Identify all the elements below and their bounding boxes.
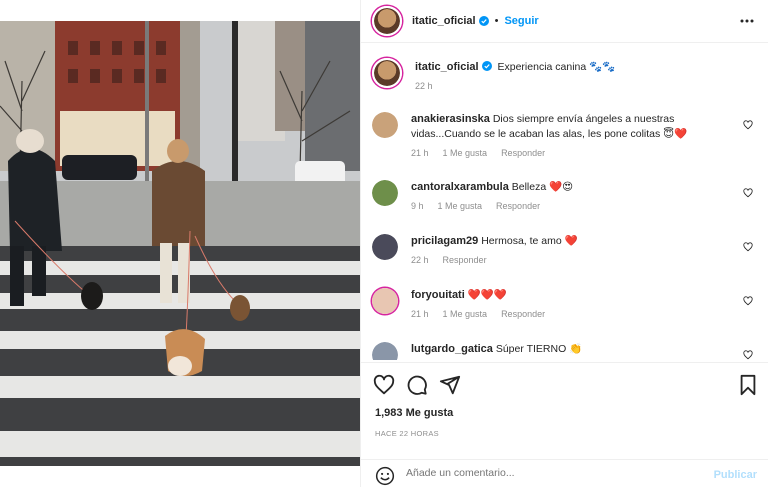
comment-like-heart-icon[interactable] (743, 296, 753, 306)
reply-button[interactable]: Responder (501, 309, 545, 319)
comment-avatar[interactable] (372, 342, 398, 360)
street-photo-image (0, 21, 360, 466)
comment-avatar[interactable] (372, 112, 398, 138)
caption-time: 22 h (415, 81, 433, 91)
comment-avatar[interactable] (372, 234, 398, 260)
reply-button[interactable]: Responder (443, 255, 487, 265)
instagram-post: itatic_oficial • Seguir itatic_oficial E… (0, 0, 768, 487)
post-photo[interactable] (0, 0, 360, 487)
comments-list[interactable]: itatic_oficial Experiencia canina 🐾🐾 22 … (361, 44, 768, 360)
post-time[interactable]: HACE 22 HORAS (375, 429, 439, 438)
post-header: itatic_oficial • Seguir (361, 0, 768, 43)
comment-time: 9 h (411, 201, 424, 211)
comment-username[interactable]: foryouitati (411, 289, 465, 301)
send-icon[interactable] (439, 374, 461, 396)
comment-row: lutgardo_gatica Súper TIERNO 👏 (372, 342, 762, 360)
comment-username[interactable]: anakierasinska (411, 113, 490, 125)
comment-row: anakierasinska Dios siempre envía ángele… (372, 112, 762, 161)
verified-badge-icon (481, 61, 492, 71)
comment-composer: Publicar (361, 459, 768, 487)
comment-username[interactable]: pricilagam29 (411, 235, 478, 247)
comment-icon[interactable] (406, 374, 428, 396)
caption-meta: 22 h (415, 79, 730, 94)
comment-likes[interactable]: 1 Me gusta (438, 201, 483, 211)
comment-text: ❤️❤️❤️ (467, 289, 507, 301)
comment-meta: 22 h Responder (411, 253, 726, 268)
comment-meta: 9 h 1 Me gusta Responder (411, 199, 726, 214)
comment-text: Belleza ❤️😍 (511, 181, 574, 193)
comment-meta: 21 h 1 Me gusta Responder (411, 307, 726, 322)
emoji-icon[interactable] (375, 466, 395, 486)
comment-likes[interactable]: 1 Me gusta (443, 309, 488, 319)
comment-username[interactable]: cantoralxarambula (411, 181, 509, 193)
comment-text: Hermosa, te amo ❤️ (481, 235, 578, 247)
comment-input[interactable] (406, 467, 696, 479)
bookmark-icon[interactable] (737, 374, 759, 396)
comment-meta: 21 h 1 Me gusta Responder (411, 146, 726, 161)
more-options-icon[interactable] (739, 14, 755, 28)
post-side-panel: itatic_oficial • Seguir itatic_oficial E… (360, 0, 768, 487)
reply-button[interactable]: Responder (501, 148, 545, 158)
comment-like-heart-icon[interactable] (743, 242, 753, 252)
post-actions-bar (361, 362, 768, 406)
caption-text: Experiencia canina 🐾🐾 (497, 61, 616, 73)
comment-username[interactable]: lutgardo_gatica (411, 343, 493, 355)
comment-time: 21 h (411, 309, 429, 319)
comment-time: 22 h (411, 255, 429, 265)
publish-button[interactable]: Publicar (714, 469, 757, 481)
author-avatar[interactable] (372, 6, 402, 36)
caption-avatar[interactable] (372, 58, 402, 88)
comment-text: Súper TIERNO 👏 (495, 343, 583, 355)
caption-row: itatic_oficial Experiencia canina 🐾🐾 22 … (372, 58, 762, 94)
comment-like-heart-icon[interactable] (743, 120, 753, 130)
follow-button[interactable]: Seguir (504, 15, 538, 27)
comment-like-heart-icon[interactable] (743, 350, 753, 360)
comment-row: foryouitati ❤️❤️❤️ 21 h 1 Me gusta Respond… (372, 288, 762, 322)
comment-time: 21 h (411, 148, 429, 158)
verified-badge-icon (478, 16, 489, 26)
author-username[interactable]: itatic_oficial (412, 15, 476, 27)
heart-icon[interactable] (373, 374, 395, 396)
comment-avatar[interactable] (372, 180, 398, 206)
comment-like-heart-icon[interactable] (743, 188, 753, 198)
comment-avatar[interactable] (372, 288, 398, 314)
likes-count[interactable]: 1,983 Me gusta (375, 407, 453, 419)
comment-row: pricilagam29 Hermosa, te amo ❤️ 22 h Resp… (372, 234, 762, 268)
header-separator: • (494, 15, 499, 27)
comment-likes[interactable]: 1 Me gusta (443, 148, 488, 158)
caption-username[interactable]: itatic_oficial (415, 61, 479, 73)
comment-row: cantoralxarambula Belleza ❤️😍 9 h 1 Me gu… (372, 180, 762, 214)
reply-button[interactable]: Responder (496, 201, 540, 211)
